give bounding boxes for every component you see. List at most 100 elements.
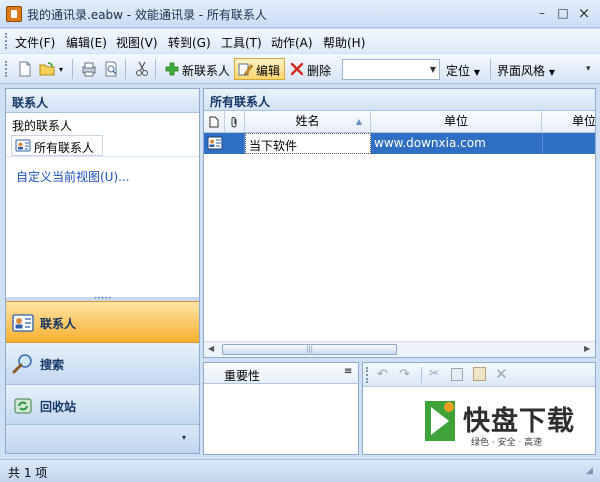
attachment-cell — [226, 133, 245, 154]
close-button[interactable]: × — [574, 5, 594, 21]
column-company2-header[interactable]: 单位 — [542, 111, 595, 133]
watermark-tagline: 绿色 · 安全 · 高速 — [471, 438, 543, 448]
new-document-icon[interactable] — [16, 60, 34, 78]
horizontal-scrollbar[interactable]: ◀ ||| ▶ — [204, 341, 595, 357]
window-title: 我的通讯录.eabw - 效能通讯录 - 所有联系人 — [27, 8, 267, 22]
paperclip-icon — [231, 117, 236, 128]
navigation-pane: 联系人 我的联系人 所有联系人 自定义当前视图(U)... ••••• 联系人 … — [5, 88, 200, 454]
importance-label: 重要性 — [224, 369, 261, 383]
watermark-brand: 快盘下载 — [463, 406, 575, 437]
restore-button[interactable]: □ — [553, 5, 573, 21]
toolbar-grip[interactable] — [5, 61, 8, 77]
document-icon — [209, 116, 219, 128]
watermark-logo-icon — [425, 401, 455, 441]
contact-card-icon — [12, 314, 34, 332]
paste-icon[interactable] — [473, 367, 486, 381]
toolbar-separator — [125, 59, 126, 79]
column-type-header[interactable] — [204, 111, 225, 133]
contact-card-icon — [15, 139, 31, 152]
scroll-right-arrow-icon[interactable]: ▶ — [584, 344, 590, 353]
status-count: 共 1 项 — [8, 466, 48, 480]
nav-recycle-label: 回收站 — [40, 400, 77, 414]
scroll-left-arrow-icon[interactable]: ◀ — [208, 344, 214, 353]
resize-grip-icon[interactable]: ◢ — [586, 466, 593, 476]
print-icon[interactable] — [80, 60, 98, 78]
nav-button-recycle[interactable]: 回收站 — [6, 385, 199, 425]
nav-button-search[interactable]: 搜索 — [6, 343, 199, 385]
delete-button[interactable]: 删除 — [288, 60, 338, 79]
clear-icon[interactable]: ✕ — [495, 365, 508, 383]
column-attachment-header[interactable] — [225, 111, 245, 133]
column-company-label: 单位 — [443, 114, 468, 128]
nav-contacts-label: 联系人 — [40, 317, 77, 331]
name-cell-text: 当下软件 — [249, 139, 298, 153]
toolbar: ▾ 新联系人 编辑 删除 ▼ 定位 ▼ 界面风格 ▼ ▾ — [0, 54, 600, 84]
recycle-icon — [14, 398, 32, 414]
name-cell[interactable]: 当下软件 — [245, 133, 371, 154]
cell-divider — [542, 133, 543, 154]
theme-button[interactable]: 界面风格 ▼ — [497, 62, 555, 79]
print-preview-icon[interactable] — [102, 60, 120, 78]
menu-goto[interactable]: 转到(G) — [168, 34, 211, 51]
edit-button[interactable]: 编辑 — [234, 58, 285, 80]
menu-file[interactable]: 文件(F) — [15, 34, 55, 51]
open-folder-icon[interactable] — [38, 60, 56, 78]
nav-pane-title: 联系人 — [12, 96, 49, 110]
undo-icon[interactable]: ↶ — [377, 367, 388, 382]
nav-button-strip: ▾ — [6, 425, 199, 453]
importance-pane: 重要性 ≡ — [203, 362, 359, 455]
copy-icon[interactable] — [451, 368, 463, 381]
notes-pane: ↶ ↷ ✂ ✕ 快盘下载 绿色 · 安全 · 高速 — [362, 362, 596, 455]
chevron-down-icon: ▼ — [429, 65, 436, 74]
menu-actions[interactable]: 动作(A) — [271, 34, 313, 51]
theme-label: 界面风格 — [497, 64, 546, 78]
locate-button[interactable]: 定位 ▼ — [446, 62, 480, 79]
minimize-button[interactable]: – — [532, 5, 552, 21]
sort-ascending-icon: ▲ — [355, 117, 362, 126]
cut-icon[interactable]: ✂ — [429, 366, 439, 380]
importance-header[interactable]: 重要性 ≡ — [204, 363, 358, 384]
notes-toolbar-grip[interactable] — [366, 367, 369, 383]
contacts-list-pane: 所有联系人 姓名 ▲ 单位 单位 当下软件 www.downxia.com ◀ … — [203, 88, 596, 358]
list-pane-header: 所有联系人 — [204, 89, 595, 111]
chevron-down-icon: ▼ — [548, 68, 555, 77]
menu-tools[interactable]: 工具(T) — [221, 34, 262, 51]
delete-x-icon — [290, 62, 304, 76]
folder-all-contacts-label: 所有联系人 — [34, 141, 95, 155]
magnifier-icon — [12, 354, 32, 374]
new-contact-button[interactable]: 新联系人 — [162, 60, 242, 79]
scroll-thumb[interactable]: ||| — [222, 344, 397, 355]
company-cell-text: www.downxia.com — [374, 136, 486, 150]
title-bar: 我的通讯录.eabw - 效能通讯录 - 所有联系人 – □ × — [0, 0, 600, 28]
list-pane-title: 所有联系人 — [210, 95, 271, 109]
custom-view-link[interactable]: 自定义当前视图(U)... — [16, 168, 130, 185]
plus-icon — [165, 62, 179, 76]
open-dropdown-arrow[interactable]: ▾ — [59, 65, 63, 74]
edit-label: 编辑 — [256, 64, 281, 78]
nav-button-contacts[interactable]: 联系人 — [6, 301, 199, 343]
chevron-down-icon: ▼ — [473, 68, 480, 77]
column-name-header[interactable]: 姓名 ▲ — [245, 111, 371, 133]
column-options-icon[interactable]: ≡ — [344, 366, 352, 377]
column-name-label: 姓名 — [295, 114, 320, 128]
watermark: 快盘下载 绿色 · 安全 · 高速 — [415, 391, 593, 451]
cut-icon[interactable] — [133, 60, 151, 78]
folder-all-contacts[interactable]: 所有联系人 — [11, 135, 103, 156]
menu-view[interactable]: 视图(V) — [116, 34, 158, 51]
nav-search-label: 搜索 — [40, 358, 65, 372]
column-company-header[interactable]: 单位 — [371, 111, 542, 133]
app-icon — [6, 6, 22, 22]
table-row[interactable]: 当下软件 www.downxia.com — [204, 133, 595, 154]
menubar-grip[interactable] — [5, 33, 8, 49]
redo-icon[interactable]: ↷ — [399, 367, 410, 382]
divider — [6, 156, 199, 157]
toolbar-overflow-icon[interactable]: ▾ — [586, 64, 591, 74]
menu-edit[interactable]: 编辑(E) — [66, 34, 107, 51]
nav-config-chevron-icon[interactable]: ▾ — [182, 433, 186, 442]
column-company2-label: 单位 — [572, 114, 595, 128]
nav-pane-header: 联系人 — [6, 89, 199, 113]
menu-help[interactable]: 帮助(H) — [323, 34, 365, 51]
section-my-contacts: 我的联系人 — [12, 119, 73, 133]
view-combo[interactable]: ▼ — [342, 59, 440, 80]
toolbar-separator — [490, 59, 491, 79]
